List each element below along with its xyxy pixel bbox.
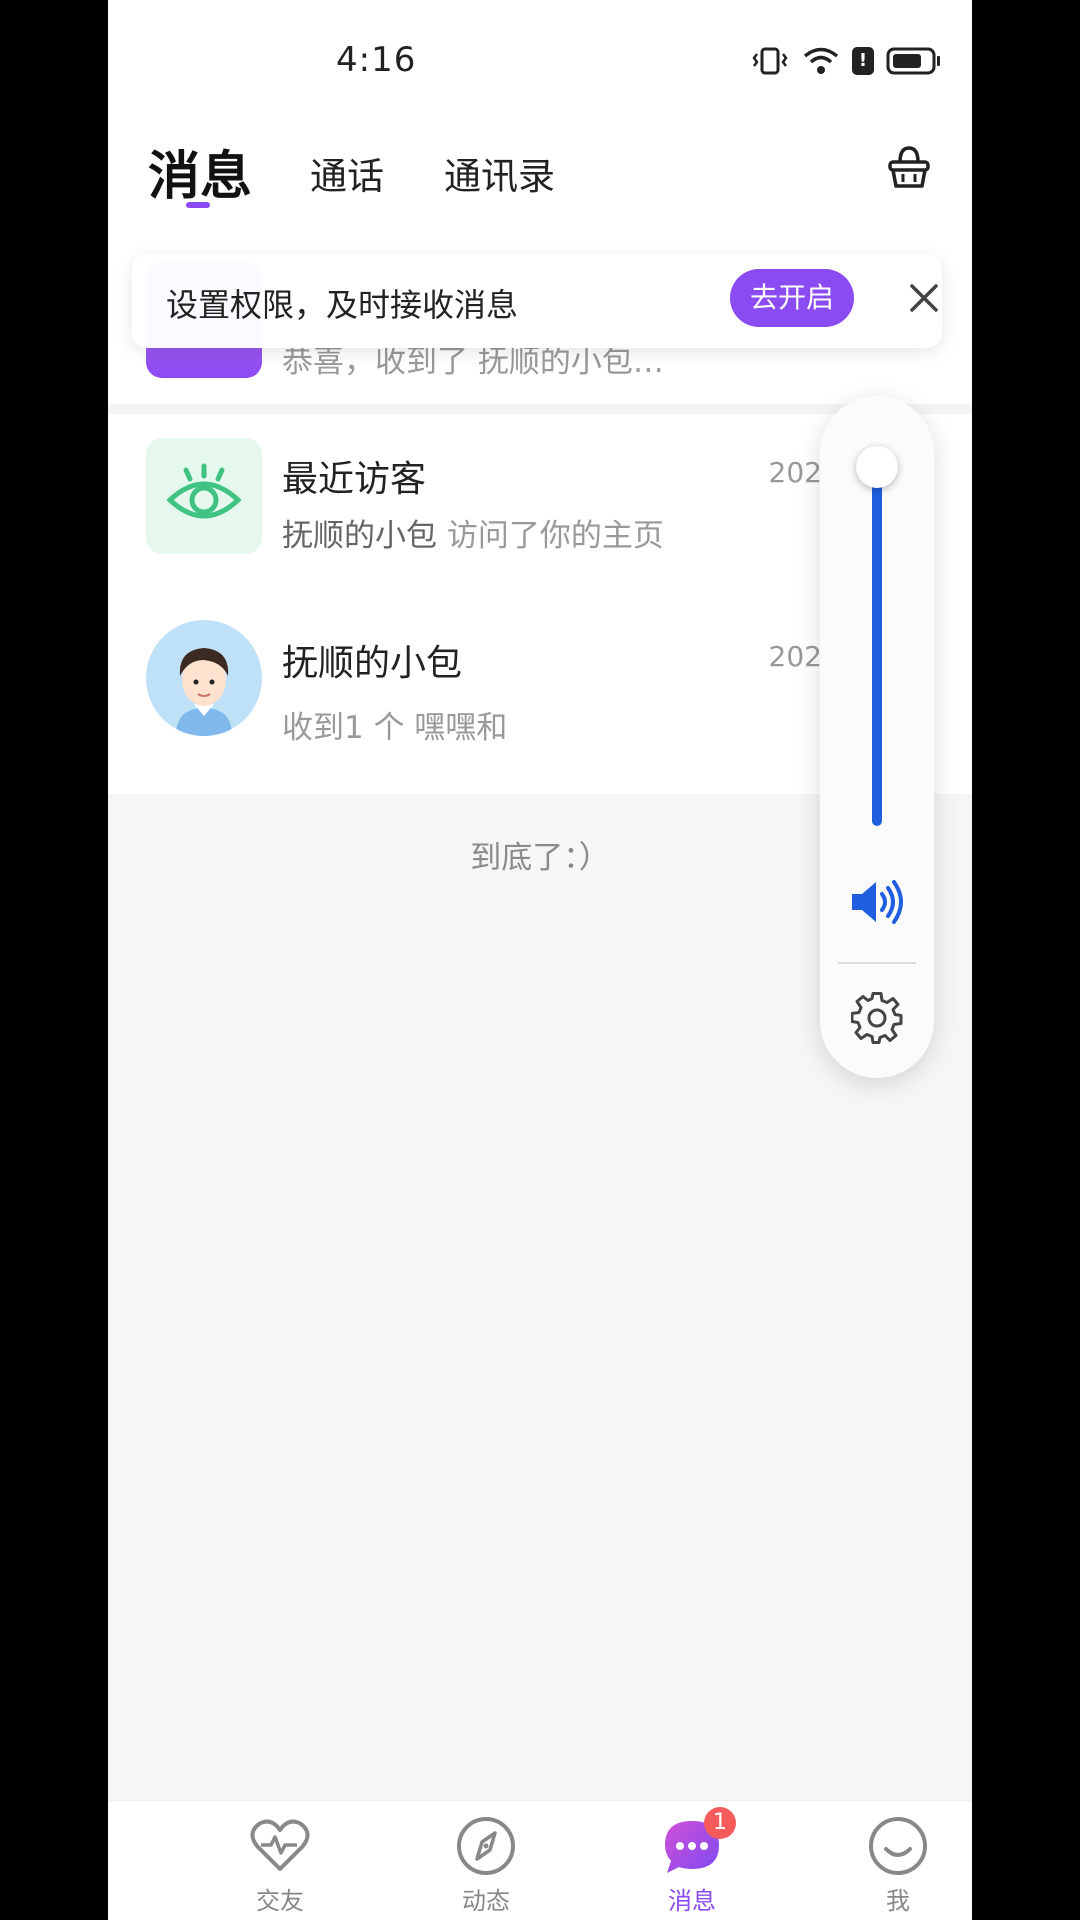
tab-messages[interactable]: 消息 bbox=[148, 134, 252, 209]
basket-icon[interactable] bbox=[884, 142, 934, 192]
eye-avatar bbox=[146, 438, 262, 554]
status-time: 4:16 bbox=[336, 40, 417, 80]
tab-calls[interactable]: 通话 bbox=[310, 146, 384, 200]
list-item-title: 抚顺的小包 bbox=[282, 643, 463, 684]
speaker-icon[interactable] bbox=[848, 878, 906, 926]
banner-text: 设置权限，及时接收消息 bbox=[166, 286, 519, 324]
nav-item-friends[interactable]: 交友 bbox=[220, 1815, 340, 1916]
nav-label: 动态 bbox=[462, 1887, 510, 1915]
list-item-subtitle: 抚顺的小包 访问了你的主页 bbox=[282, 518, 664, 554]
user-avatar-icon bbox=[176, 648, 232, 736]
volume-panel bbox=[820, 396, 934, 1078]
close-icon[interactable] bbox=[902, 276, 946, 320]
status-bar: 4:16 ! bbox=[108, 0, 972, 120]
eye-icon bbox=[166, 463, 242, 519]
battery-icon bbox=[886, 47, 940, 75]
bottom-nav: 交友 动态 1 消息 我 bbox=[108, 1800, 972, 1920]
nav-item-moments[interactable]: 动态 bbox=[426, 1815, 546, 1916]
alert-icon: ! bbox=[852, 47, 874, 75]
volume-slider-thumb[interactable] bbox=[856, 446, 898, 488]
volume-panel-divider bbox=[838, 962, 916, 964]
tab-active-indicator bbox=[186, 202, 210, 208]
enable-permission-button[interactable]: 去开启 bbox=[730, 269, 854, 327]
permission-banner: 设置权限，及时接收消息 去开启 bbox=[132, 254, 942, 348]
tab-contacts[interactable]: 通讯录 bbox=[444, 146, 555, 200]
nav-item-me[interactable]: 我 bbox=[838, 1815, 958, 1916]
list-item-time: 202 bbox=[768, 456, 822, 489]
vibrate-icon bbox=[752, 47, 788, 75]
heartbeat-icon bbox=[250, 1819, 310, 1871]
nav-label: 我 bbox=[886, 1887, 910, 1915]
wifi-icon bbox=[803, 47, 839, 74]
unread-badge: 1 bbox=[704, 1807, 736, 1839]
list-item-title: 最近访客 bbox=[282, 459, 427, 500]
list-item-time: 202 bbox=[768, 640, 822, 673]
visitor-name: 抚顺的小包 bbox=[282, 518, 437, 554]
gear-icon[interactable] bbox=[851, 992, 903, 1044]
nav-label: 消息 bbox=[668, 1887, 716, 1915]
avatar bbox=[146, 620, 262, 736]
nav-item-messages[interactable]: 1 消息 bbox=[632, 1807, 752, 1916]
nav-label: 交友 bbox=[256, 1887, 304, 1915]
header: 消息 通话 通讯录 bbox=[108, 120, 972, 240]
smile-icon bbox=[869, 1817, 927, 1875]
phone-screen: 4:16 ! 消息 通话 通讯录 恭喜，收到了 抚顺的小包… 最近访客 抚顺的小… bbox=[108, 0, 972, 1920]
status-icons: ! bbox=[750, 46, 942, 76]
volume-slider-track[interactable] bbox=[872, 446, 882, 826]
compass-icon bbox=[457, 1817, 515, 1875]
list-item-subtitle: 收到1 个 嘿嘿和 bbox=[282, 710, 508, 746]
